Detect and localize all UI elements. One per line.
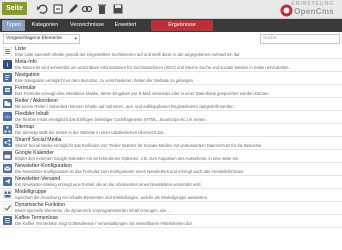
navigation-icon xyxy=(3,73,12,82)
list-item[interactable]: Sitemap Die Sitemap stellt die Seiten in… xyxy=(0,124,342,137)
filter-row: Vorgeschlagene Elemente ▾ Suche xyxy=(0,32,342,45)
list-item[interactable]: Kaffee Termenlose Die Kaffee Termenliste… xyxy=(0,215,342,228)
newsletter-send-icon xyxy=(3,177,12,186)
item-description: Eine Liste sammelt Inhalte gemäß der ein… xyxy=(15,51,241,57)
item-description: Die Kaffee Termenliste zeigt Gottesdiens… xyxy=(15,220,193,226)
model-group-icon xyxy=(3,190,12,199)
tab-ergebnisse[interactable]: Ergebnisse xyxy=(151,20,213,31)
list-item[interactable]: Dynamische Funktion Bietet spezielle Ele… xyxy=(0,202,342,215)
tabs-icon xyxy=(3,99,12,108)
list-item[interactable]: Liste Eine Liste sammelt Inhalte gemäß d… xyxy=(0,46,342,59)
chevron-down-icon: ▾ xyxy=(74,36,77,42)
list-item[interactable]: i Meta-Info Die Meta-Info wird verwendet… xyxy=(0,59,342,72)
edit-icon[interactable] xyxy=(67,3,79,15)
list-item[interactable]: Google Kalender Bindet den externen Goog… xyxy=(0,150,342,163)
save-icon[interactable] xyxy=(112,3,124,15)
meta-info-icon: i xyxy=(3,60,12,69)
item-description: Die Newsletter-Konfiguration ist das For… xyxy=(15,168,245,174)
list-item[interactable]: Newsletter-Versand Ein Newsletter-Mailin… xyxy=(0,176,342,189)
item-description: Der flexible Inhalt ermöglicht das Einfü… xyxy=(15,116,207,122)
select-value: Vorgeschlagene Elemente xyxy=(6,36,63,41)
item-description: Bietet spezielle Elemente, die dynamisch… xyxy=(15,207,171,213)
tab-kategorien[interactable]: Kategorien xyxy=(29,20,61,31)
tab-erweitert[interactable]: Erweitert xyxy=(111,20,140,31)
item-description: Eine Navigation ermöglicht es dem Benutz… xyxy=(15,77,195,83)
toolbar: Seite ERIBSTEUNG OpenCms xyxy=(0,0,342,19)
item-description: Die Sitemap stellt die Seiten in der Web… xyxy=(15,129,165,135)
logo-text: OpenCms xyxy=(294,7,334,16)
item-description: Sharrif Social Media ermöglicht das Einf… xyxy=(15,142,263,148)
seite-button[interactable]: Seite xyxy=(2,2,27,15)
undo-icon[interactable] xyxy=(36,3,48,15)
list-item[interactable]: Navigation Eine Navigation ermöglicht es… xyxy=(0,72,342,85)
item-description: Bindet den externen Google Kalender mit … xyxy=(15,155,240,161)
trash-icon[interactable] xyxy=(96,3,108,15)
sitemap-icon xyxy=(3,125,12,134)
item-description: Speichert die Anordnung von Inhalts-Elem… xyxy=(15,194,209,200)
tab-verzeichnisse[interactable]: Verzeichnisse xyxy=(67,20,107,31)
item-description: Ein Newsletter-Mailing erzeugt eine E-Ma… xyxy=(15,181,202,187)
flex-content-icon: </> xyxy=(3,112,12,121)
element-filter-select[interactable]: Vorgeschlagene Elemente ▾ xyxy=(3,34,80,44)
dynamic-function-icon xyxy=(3,203,12,212)
type-list: Liste Eine Liste sammelt Inhalte gemäß d… xyxy=(0,46,342,250)
svg-text:</>: </> xyxy=(4,115,11,120)
form-icon xyxy=(3,86,12,95)
list-item[interactable]: Sharrif Social Media Sharrif Social Medi… xyxy=(0,137,342,150)
list-item[interactable]: Formular Das Formular erzeugt eine inter… xyxy=(0,85,342,98)
list-item[interactable]: Modellgruppe Speichert die Anordnung von… xyxy=(0,189,342,202)
item-description: Das Formular erzeugt eine interaktive Ma… xyxy=(15,90,270,96)
refresh-icon[interactable] xyxy=(52,3,64,15)
link-icon[interactable] xyxy=(81,3,93,15)
list-item[interactable]: Newsletter-Konfiguration Die Newsletter-… xyxy=(0,163,342,176)
item-description: Mit einem Reiter / Akkordeon können Inha… xyxy=(15,103,235,109)
tab-typen[interactable]: Typen xyxy=(2,20,25,31)
coffee-list-icon xyxy=(3,216,12,225)
share-icon xyxy=(3,138,12,147)
list-item[interactable]: </> Flexibler Inhalt Der flexible Inhalt… xyxy=(0,111,342,124)
item-description: Die Meta-Info wird verwendet um unsichtb… xyxy=(15,64,290,70)
search-input[interactable]: Suche xyxy=(260,34,340,44)
newsletter-config-icon xyxy=(3,164,12,173)
list-item[interactable]: Reiter / Akkordeon Mit einem Reiter / Ak… xyxy=(0,98,342,111)
calendar-icon xyxy=(3,151,12,160)
tab-bar: Typen Kategorien Verzeichnisse Erweitert… xyxy=(0,19,342,32)
list-icon xyxy=(3,47,12,56)
